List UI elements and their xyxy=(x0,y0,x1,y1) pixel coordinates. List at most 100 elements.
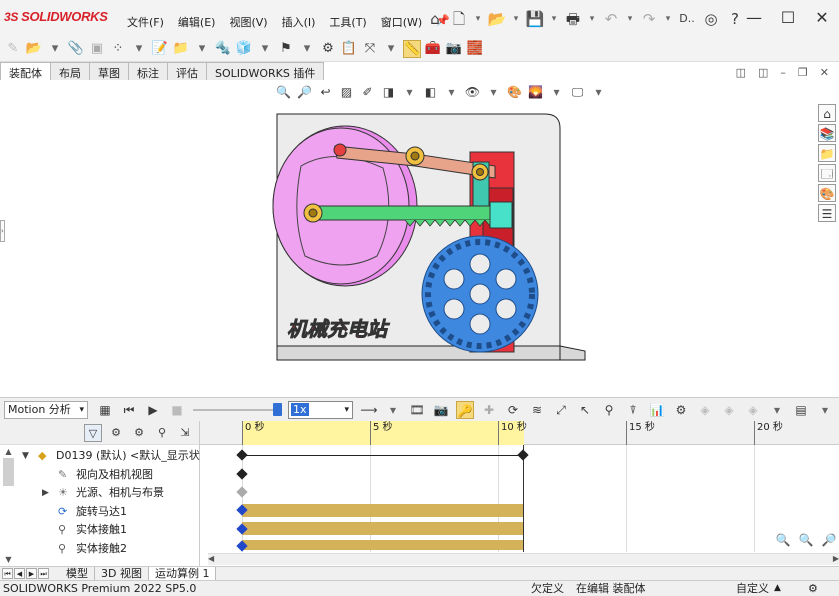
chevron-down-icon[interactable]: ▾ xyxy=(401,84,418,101)
chevron-down-icon[interactable]: ▾ xyxy=(549,9,559,29)
zoom-to-fit-icon[interactable]: 🔍 xyxy=(275,84,292,101)
mate-icon[interactable]: 📎 xyxy=(67,40,85,58)
chevron-down-icon[interactable]: ▾ xyxy=(548,84,565,101)
filter-animated-icon[interactable]: ▽ xyxy=(84,424,102,442)
slider-thumb[interactable] xyxy=(273,403,282,416)
time-bar[interactable] xyxy=(523,445,524,552)
tab-markup[interactable]: 标注 xyxy=(128,62,168,80)
doc-close-icon[interactable]: ✕ xyxy=(820,66,829,79)
tree-item-lights[interactable]: ▶ ☀ 光源、相机与布景 xyxy=(18,484,200,503)
view-orientation-icon[interactable]: ◨ xyxy=(380,84,397,101)
chevron-down-icon[interactable]: ▾ xyxy=(46,40,64,58)
home-icon[interactable]: ⌂ xyxy=(425,9,445,29)
contact-icon[interactable]: ⚲ xyxy=(600,401,618,419)
tree-item-contact-1[interactable]: ⚲ 实体接触1 xyxy=(18,521,200,540)
open-folder-icon[interactable]: 📂 xyxy=(487,9,507,29)
save-icon[interactable]: 💾 xyxy=(525,9,545,29)
insert-components-icon[interactable]: 📂 xyxy=(25,40,43,58)
spring-icon[interactable]: ≋ xyxy=(528,401,546,419)
collapse-motion-manager-icon[interactable]: ▤ xyxy=(792,401,810,419)
tree-item-contact-2[interactable]: ⚲ 实体接触2 xyxy=(18,540,200,559)
tab-motion-study-1[interactable]: 运动算例 1 xyxy=(148,567,217,580)
menu-file[interactable]: 文件(F) xyxy=(120,14,171,30)
reference-geometry-icon[interactable]: ⚑ xyxy=(277,40,295,58)
simulation-study-icon[interactable]: ◈ xyxy=(720,401,738,419)
playback-speed-select[interactable]: 1x ▾ xyxy=(288,401,353,419)
chevron-down-icon[interactable]: ▾ xyxy=(663,9,673,29)
status-units[interactable]: 自定义 xyxy=(736,581,769,596)
section-view-icon[interactable]: ▨ xyxy=(338,84,355,101)
key-point[interactable] xyxy=(236,468,248,480)
chevron-down-icon[interactable]: ▾ xyxy=(590,84,607,101)
motion-study-properties-icon[interactable]: ⚙ xyxy=(672,401,690,419)
minimize-icon[interactable]: — xyxy=(745,8,763,27)
chevron-down-icon[interactable]: ▾ xyxy=(768,401,786,419)
time-ruler[interactable]: 0 秒 5 秒 10 秒 15 秒 20 秒 xyxy=(200,421,839,445)
collapse-arrow-icon[interactable]: ▼ xyxy=(22,447,29,465)
search-truncated-label[interactable]: D.. xyxy=(677,9,697,29)
mechanism-model[interactable]: 机械充电站 xyxy=(265,106,595,368)
first-tab-icon[interactable]: ⏮ xyxy=(2,568,13,579)
tab-model[interactable]: 模型 xyxy=(60,567,95,580)
display-style-icon[interactable]: ◧ xyxy=(422,84,439,101)
calculate-icon[interactable]: ▦ xyxy=(96,401,114,419)
dynamic-annotation-icon[interactable]: ✐ xyxy=(359,84,376,101)
edit-appearance-icon[interactable]: 🎨 xyxy=(506,84,523,101)
component-preview-icon[interactable]: ▣ xyxy=(88,40,106,58)
menu-window[interactable]: 窗口(W) xyxy=(374,14,429,30)
motion-timeline[interactable]: 0 秒 5 秒 10 秒 15 秒 20 秒 🔍 🔍 🔎 ◀ ▶ xyxy=(200,421,839,566)
stop-icon[interactable]: ■ xyxy=(168,401,186,419)
doc-restore-icon[interactable]: ❐ xyxy=(798,66,808,79)
chevron-down-icon[interactable]: ▾ xyxy=(384,401,402,419)
contact-2-track[interactable] xyxy=(242,540,523,550)
autokey-icon[interactable]: 🔑 xyxy=(456,401,474,419)
apply-scene-icon[interactable]: 🌄 xyxy=(527,84,544,101)
restore-left-icon[interactable]: ◫ xyxy=(736,66,746,79)
study-type-select[interactable]: Motion 分析 ▾ xyxy=(4,401,88,419)
update-speedpak-icon[interactable]: 🧰 xyxy=(424,40,442,58)
hide-show-items-icon[interactable]: 👁 xyxy=(464,84,481,101)
maximize-icon[interactable]: ☐ xyxy=(779,8,797,27)
chevron-down-icon[interactable]: ▾ xyxy=(485,84,502,101)
exploded-view-icon[interactable]: ⤧ xyxy=(361,40,379,58)
previous-view-icon[interactable]: ↩ xyxy=(317,84,334,101)
gravity-icon[interactable]: ⍒ xyxy=(624,401,642,419)
menu-insert[interactable]: 插入(I) xyxy=(275,14,323,30)
menu-tools[interactable]: 工具(T) xyxy=(322,14,373,30)
tab-3d-views[interactable]: 3D 视图 xyxy=(95,567,149,580)
edit-component-icon[interactable]: ✎ xyxy=(4,40,22,58)
new-document-icon[interactable]: 🗋 xyxy=(449,9,469,29)
scroll-thumb[interactable] xyxy=(3,458,14,486)
assembly-features-icon[interactable]: 🧊 xyxy=(235,40,253,58)
chevron-up-icon[interactable]: ▲ xyxy=(774,581,781,596)
user-icon[interactable]: ◎ xyxy=(701,9,721,29)
chevron-down-icon[interactable]: ▾ xyxy=(193,40,211,58)
playback-slider[interactable] xyxy=(193,403,282,416)
zoom-to-area-icon[interactable]: 🔎 xyxy=(296,84,313,101)
tree-item-assembly[interactable]: ▼ ◆ D0139 (默认) <默认_显示状态 xyxy=(18,447,211,466)
prev-tab-icon[interactable]: ◀ xyxy=(14,568,25,579)
chevron-down-icon[interactable]: ▾ xyxy=(816,401,834,419)
key-point[interactable] xyxy=(517,449,529,461)
contact-1-track[interactable] xyxy=(242,522,523,535)
show-hidden-icon[interactable]: 🔩 xyxy=(214,40,232,58)
instant3d-icon[interactable]: 📏 xyxy=(403,40,421,58)
design-library-icon[interactable]: 📚 xyxy=(818,124,836,142)
new-motion-study-icon[interactable]: ⚙ xyxy=(319,40,337,58)
collapse-tree-icon[interactable]: ⇲ xyxy=(176,424,194,442)
chevron-down-icon[interactable]: ▾ xyxy=(130,40,148,58)
close-icon[interactable]: ✕ xyxy=(813,8,831,27)
file-explorer-icon[interactable]: 📁 xyxy=(818,144,836,162)
move-component-icon[interactable]: 📁 xyxy=(172,40,190,58)
zoom-out-icon[interactable]: 🔎 xyxy=(820,531,838,549)
bill-of-materials-icon[interactable]: 📋 xyxy=(340,40,358,58)
playback-mode-icon[interactable]: ⟶ xyxy=(360,401,378,419)
design-study-icon[interactable]: ◈ xyxy=(744,401,762,419)
solidworks-logo[interactable]: 3S SOLIDWORKS xyxy=(4,9,108,24)
print-icon[interactable]: 🖶 xyxy=(563,9,583,29)
scroll-down-icon[interactable]: ▼ xyxy=(2,555,15,564)
zoom-in-icon[interactable]: 🔍 xyxy=(797,531,815,549)
play-icon[interactable]: ▶ xyxy=(144,401,162,419)
solidworks-resources-icon[interactable]: ⌂ xyxy=(818,104,836,122)
view-palette-icon[interactable]: 🗔 xyxy=(818,164,836,182)
